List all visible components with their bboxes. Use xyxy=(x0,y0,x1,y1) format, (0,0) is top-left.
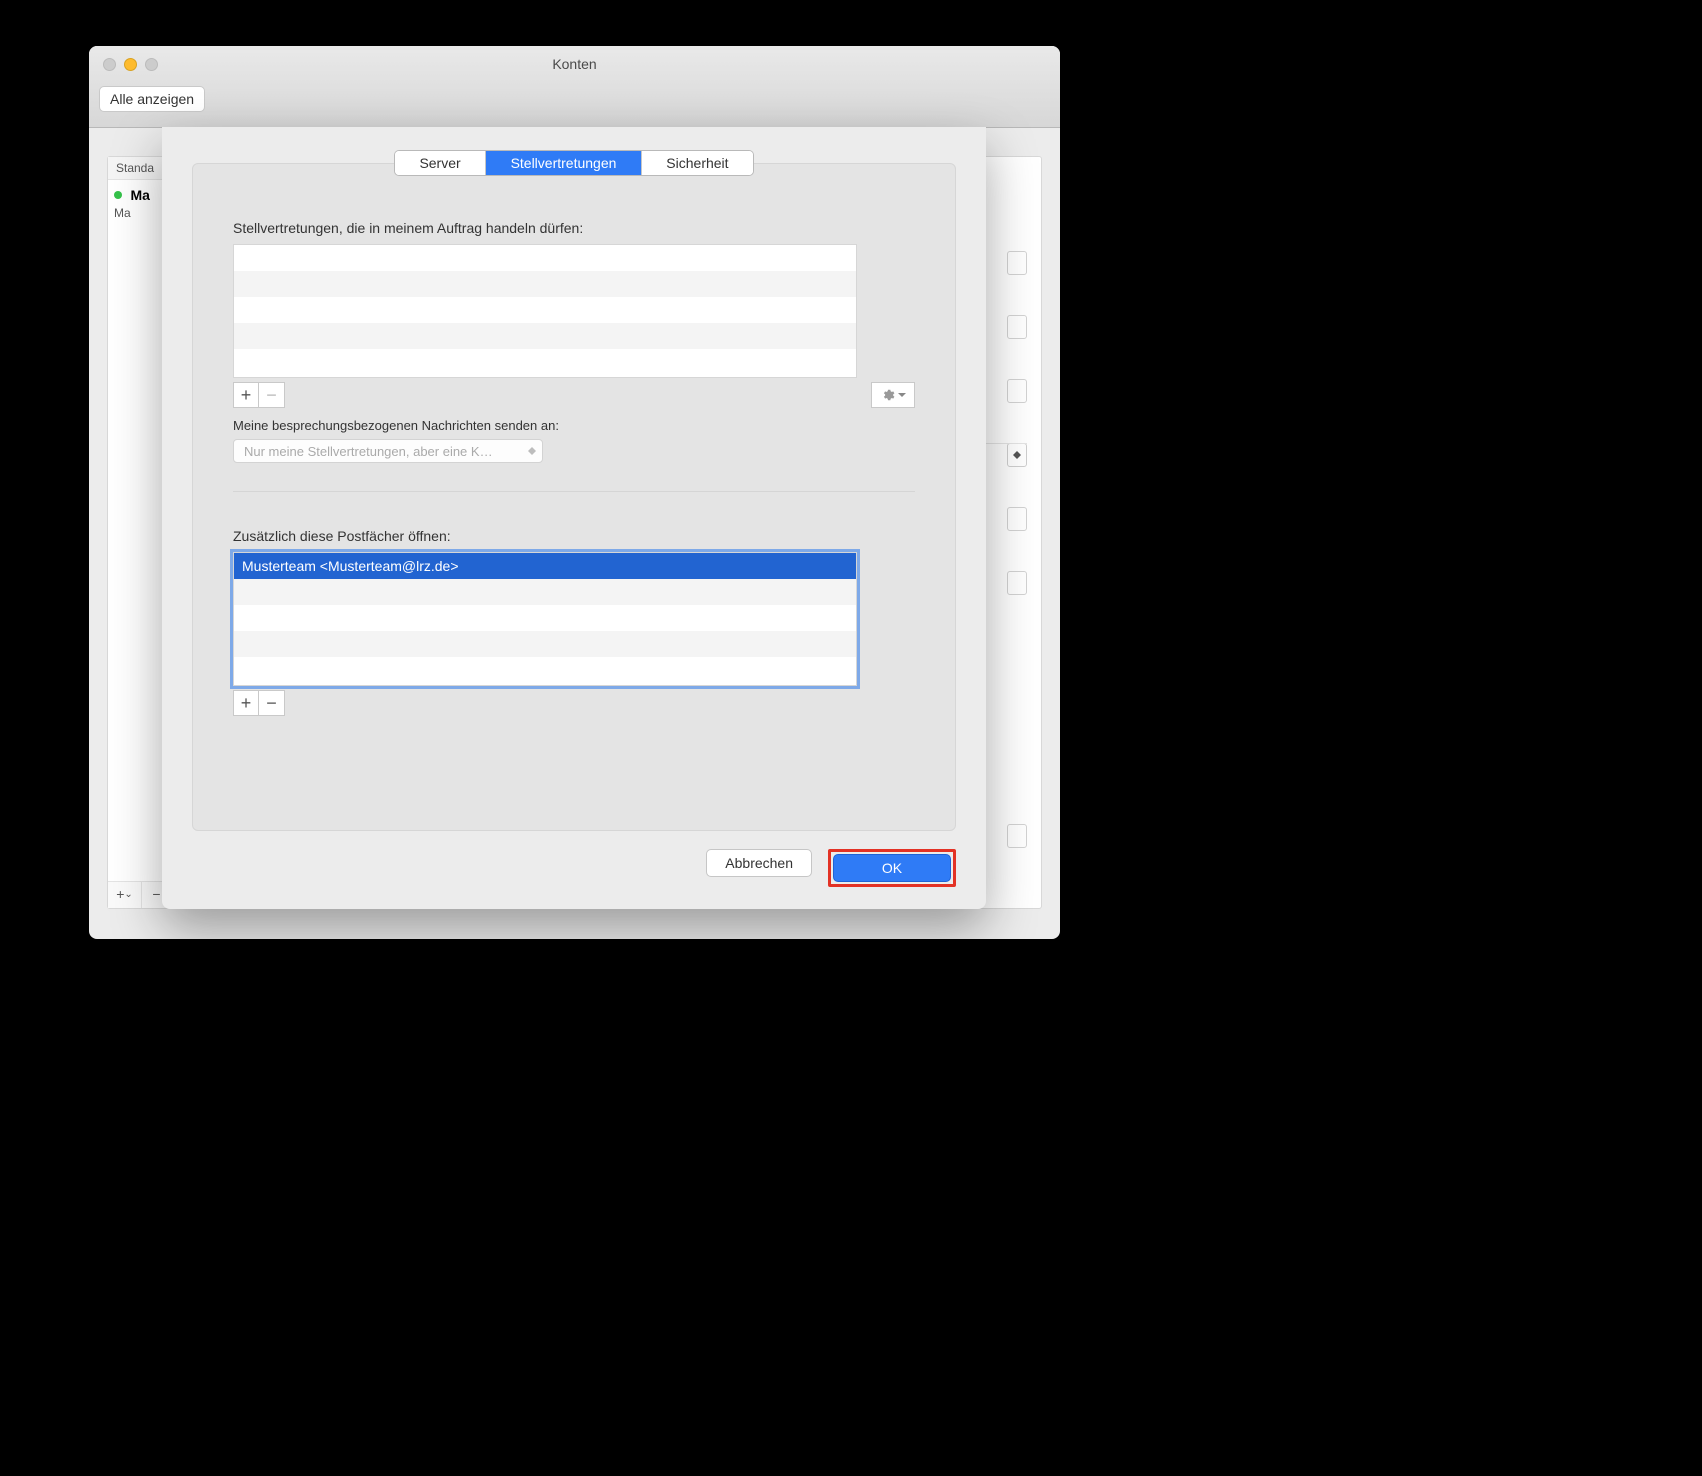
account-row[interactable]: Ma Ma xyxy=(108,180,169,226)
background-fields xyxy=(1007,251,1027,595)
list-row[interactable] xyxy=(234,579,856,605)
add-mailbox-button[interactable]: + xyxy=(233,690,259,716)
ok-button[interactable]: OK xyxy=(833,854,951,882)
status-dot-icon xyxy=(114,191,122,199)
send-meeting-popup[interactable]: Nur meine Stellvertretungen, aber eine K… xyxy=(233,439,543,463)
tab-server[interactable]: Server xyxy=(395,151,486,175)
remove-mailbox-button[interactable]: − xyxy=(259,690,285,716)
popup-stepper-icon xyxy=(526,443,538,459)
sheet-content: Server Stellvertretungen Sicherheit Stel… xyxy=(192,163,956,831)
account-subtext: Ma xyxy=(114,206,163,220)
list-row[interactable] xyxy=(234,245,856,271)
tab-bar: Server Stellvertretungen Sicherheit xyxy=(394,150,754,176)
window-title: Konten xyxy=(89,56,1060,72)
delegates-add-remove: + − xyxy=(233,382,285,408)
bg-field[interactable] xyxy=(1007,571,1027,595)
mailboxes-add-remove: + − xyxy=(233,690,285,716)
section-divider xyxy=(233,491,915,492)
tab-delegates[interactable]: Stellvertretungen xyxy=(486,151,642,175)
ok-highlight: OK xyxy=(828,849,956,887)
bg-field[interactable] xyxy=(1007,379,1027,403)
show-all-button[interactable]: Alle anzeigen xyxy=(99,86,205,112)
sheet-footer: Abbrechen OK xyxy=(192,849,956,887)
sidebar-section-header: Standa xyxy=(108,157,169,180)
list-row[interactable] xyxy=(234,323,856,349)
list-row[interactable] xyxy=(234,349,856,375)
bg-field[interactable] xyxy=(1007,824,1027,848)
gear-icon xyxy=(881,388,895,402)
delegate-options-button[interactable] xyxy=(871,382,915,408)
list-row[interactable] xyxy=(234,631,856,657)
chevron-down-icon xyxy=(898,393,906,401)
delegates-heading: Stellvertretungen, die in meinem Auftrag… xyxy=(233,220,915,236)
accounts-sidebar: Standa Ma Ma +⌄ − xyxy=(108,157,170,908)
popup-value: Nur meine Stellvertretungen, aber eine K… xyxy=(244,444,493,459)
add-delegate-button[interactable]: + xyxy=(233,382,259,408)
cancel-button[interactable]: Abbrechen xyxy=(706,849,812,877)
list-row[interactable] xyxy=(234,271,856,297)
add-account-button[interactable]: +⌄ xyxy=(108,882,142,908)
titlebar: Konten Alle anzeigen xyxy=(89,46,1060,128)
bg-stepper[interactable] xyxy=(1007,443,1027,467)
list-row[interactable] xyxy=(234,605,856,631)
list-row[interactable] xyxy=(234,297,856,323)
tab-security[interactable]: Sicherheit xyxy=(642,151,753,175)
remove-delegate-button[interactable]: − xyxy=(259,382,285,408)
bg-field[interactable] xyxy=(1007,315,1027,339)
send-meeting-label: Meine besprechungsbezogenen Nachrichten … xyxy=(233,418,915,433)
list-row[interactable] xyxy=(234,657,856,683)
mailboxes-heading: Zusätzlich diese Postfächer öffnen: xyxy=(233,528,915,544)
bg-field[interactable] xyxy=(1007,507,1027,531)
mailboxes-list[interactable]: Musterteam <Musterteam@lrz.de> xyxy=(233,552,857,686)
bg-field[interactable] xyxy=(1007,251,1027,275)
delegates-sheet: Server Stellvertretungen Sicherheit Stel… xyxy=(162,127,986,909)
list-row[interactable]: Musterteam <Musterteam@lrz.de> xyxy=(234,553,856,579)
delegates-list[interactable] xyxy=(233,244,857,378)
account-name: Ma xyxy=(130,187,149,203)
